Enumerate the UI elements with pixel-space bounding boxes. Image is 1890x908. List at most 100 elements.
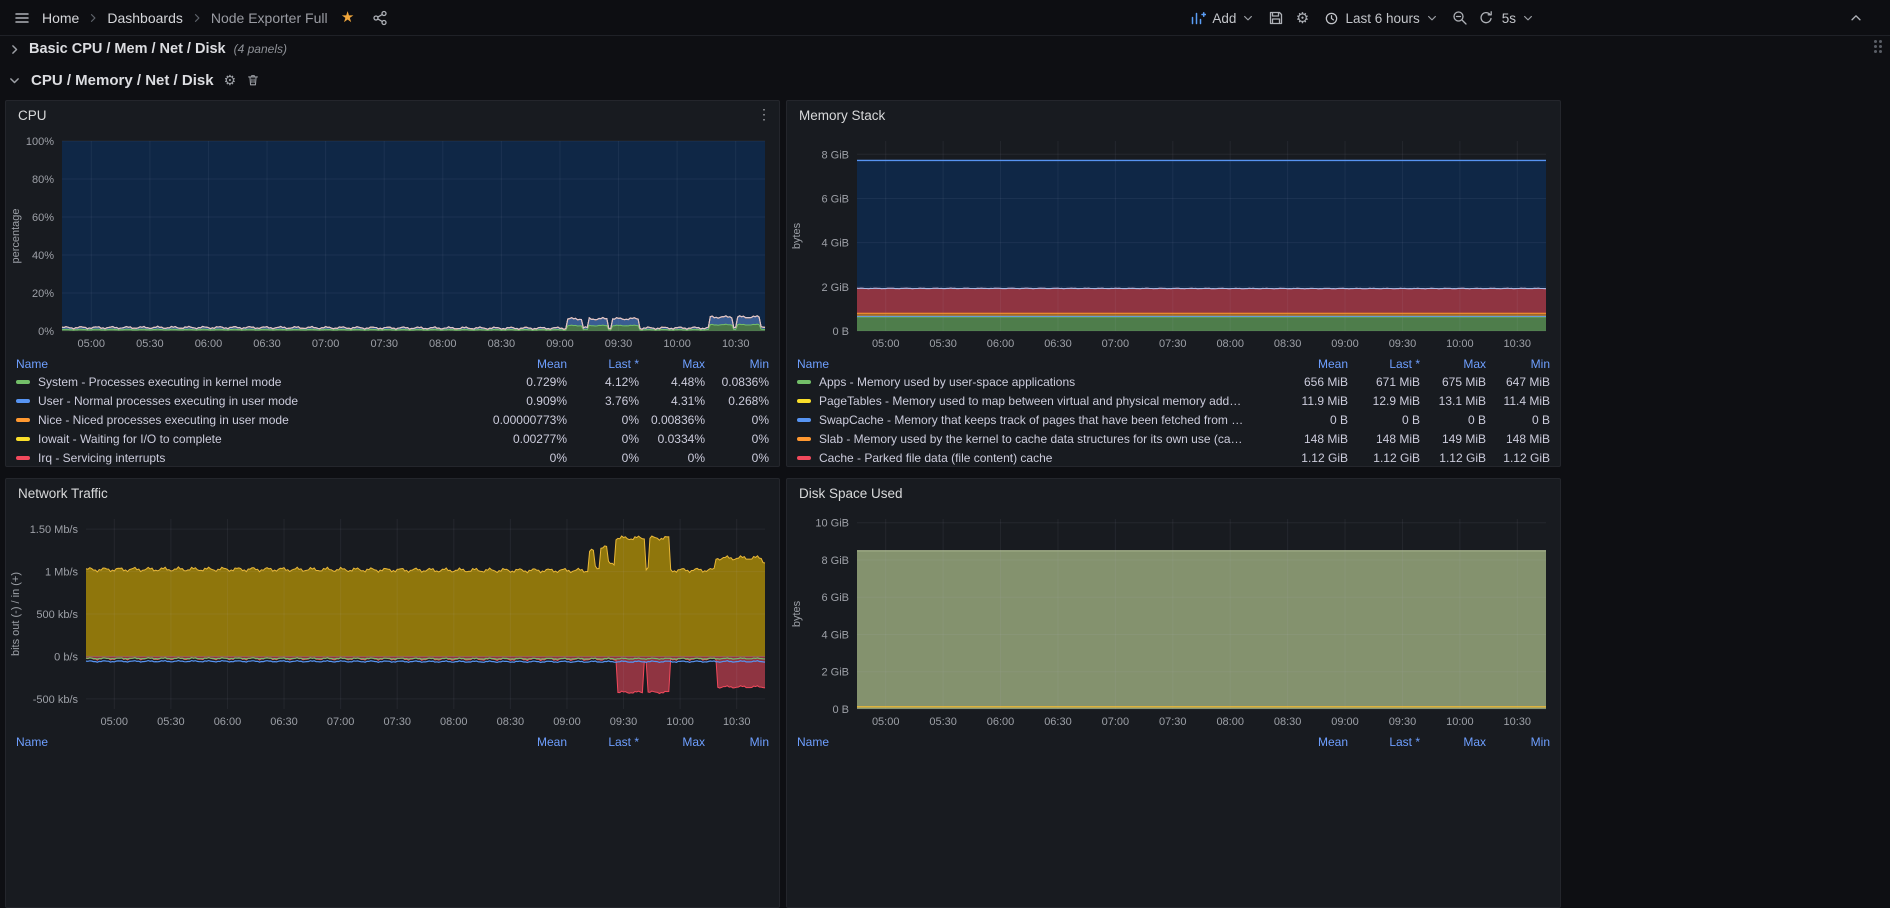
legend-series-name[interactable]: System - Processes executing in kernel m… xyxy=(16,375,464,389)
grafana-dashboard: Home Dashboards Node Exporter Full ★ xyxy=(0,0,1890,908)
add-button[interactable]: Add xyxy=(1182,5,1262,31)
legend-series-name[interactable]: Cache - Parked file data (file content) … xyxy=(797,451,1245,465)
legend-value-min: 0.0836% xyxy=(707,375,771,389)
memory-stack-chart[interactable]: 05:0005:3006:0006:3007:0007:3008:0008:30… xyxy=(795,129,1554,351)
legend-series-name[interactable]: User - Normal processes executing in use… xyxy=(16,394,464,408)
legend-series-name[interactable]: PageTables - Memory used to map between … xyxy=(797,394,1245,408)
legend-value-max: 4.31% xyxy=(641,394,707,408)
breadcrumb-dashboards[interactable]: Dashboards xyxy=(107,10,183,26)
svg-text:8 GiB: 8 GiB xyxy=(821,555,849,567)
legend-series-swatch-icon xyxy=(16,380,30,384)
svg-text:100%: 100% xyxy=(26,136,54,148)
svg-text:05:00: 05:00 xyxy=(78,338,106,350)
svg-text:09:00: 09:00 xyxy=(546,338,574,350)
svg-text:06:00: 06:00 xyxy=(987,716,1015,728)
dashboard-settings-gear-icon[interactable]: ⚙ xyxy=(1290,5,1314,31)
favorite-star-icon[interactable]: ★ xyxy=(336,5,360,31)
svg-text:07:00: 07:00 xyxy=(312,338,340,350)
row-header-basic-cpu[interactable]: Basic CPU / Mem / Net / Disk (4 panels) xyxy=(0,36,287,62)
legend-column-mean[interactable]: Mean xyxy=(1245,357,1350,371)
legend-column-max[interactable]: Max xyxy=(1422,735,1488,749)
legend-column-last[interactable]: Last * xyxy=(1350,735,1422,749)
row-delete-trash-icon[interactable] xyxy=(246,73,260,87)
panel-title-memory-stack[interactable]: Memory Stack xyxy=(799,108,885,123)
svg-text:05:00: 05:00 xyxy=(872,338,900,350)
panel-network-traffic: Network Traffic bits out (-) / in (+) 05… xyxy=(5,478,780,908)
legend-column-min[interactable]: Min xyxy=(1488,735,1552,749)
refresh-icon[interactable] xyxy=(1474,5,1498,31)
legend-row: Nice - Niced processes executing in user… xyxy=(16,410,771,429)
legend-column-name[interactable]: Name xyxy=(797,357,1245,371)
svg-text:2 GiB: 2 GiB xyxy=(821,282,849,294)
svg-text:06:30: 06:30 xyxy=(253,338,281,350)
legend-header: Name Mean Last * Max Min xyxy=(16,734,771,750)
legend-column-min[interactable]: Min xyxy=(707,735,771,749)
legend-column-mean[interactable]: Mean xyxy=(464,735,569,749)
time-range-label: Last 6 hours xyxy=(1345,11,1419,26)
svg-text:40%: 40% xyxy=(32,250,54,262)
legend-column-min[interactable]: Min xyxy=(707,357,771,371)
svg-text:05:00: 05:00 xyxy=(872,716,900,728)
legend-row: Slab - Memory used by the kernel to cach… xyxy=(797,429,1552,448)
legend-column-mean[interactable]: Mean xyxy=(464,357,569,371)
legend-column-last[interactable]: Last * xyxy=(569,735,641,749)
legend-series-name[interactable]: Apps - Memory used by user-space applica… xyxy=(797,375,1245,389)
legend-column-mean[interactable]: Mean xyxy=(1245,735,1350,749)
panel-menu-kebab-icon[interactable]: ⋮ xyxy=(757,107,771,122)
legend-series-name[interactable]: Iowait - Waiting for I/O to complete xyxy=(16,432,464,446)
menu-icon[interactable] xyxy=(10,5,34,31)
panel-title-network-traffic[interactable]: Network Traffic xyxy=(18,486,108,501)
legend-column-name[interactable]: Name xyxy=(16,735,464,749)
add-panel-icon xyxy=(1190,10,1206,26)
svg-text:07:30: 07:30 xyxy=(370,338,398,350)
legend-value-last: 1.12 GiB xyxy=(1350,451,1422,465)
row-settings-gear-icon[interactable]: ⚙ xyxy=(224,73,237,87)
legend-column-max[interactable]: Max xyxy=(641,357,707,371)
legend-value-min: 148 MiB xyxy=(1488,432,1552,446)
drag-handle-dots[interactable] xyxy=(1874,40,1882,53)
time-range-picker[interactable]: Last 6 hours xyxy=(1316,5,1445,31)
legend-value-min: 0 B xyxy=(1488,413,1552,427)
legend-series-name[interactable]: Slab - Memory used by the kernel to cach… xyxy=(797,432,1245,446)
svg-text:08:00: 08:00 xyxy=(440,716,468,728)
svg-text:06:00: 06:00 xyxy=(987,338,1015,350)
network-traffic-chart[interactable]: 05:0005:3006:0006:3007:0007:3008:0008:30… xyxy=(14,507,773,729)
panel-title-disk-space-used[interactable]: Disk Space Used xyxy=(799,486,903,501)
legend-column-min[interactable]: Min xyxy=(1488,357,1552,371)
breadcrumb-home[interactable]: Home xyxy=(42,10,79,26)
svg-text:07:00: 07:00 xyxy=(1102,716,1130,728)
legend-column-name[interactable]: Name xyxy=(16,357,464,371)
svg-text:06:00: 06:00 xyxy=(195,338,223,350)
legend-column-max[interactable]: Max xyxy=(1422,357,1488,371)
save-dashboard-icon[interactable] xyxy=(1264,5,1288,31)
legend-value-mean: 1.12 GiB xyxy=(1245,451,1350,465)
chevron-down-icon xyxy=(1242,12,1254,24)
svg-text:05:30: 05:30 xyxy=(136,338,164,350)
legend-column-last[interactable]: Last * xyxy=(1350,357,1422,371)
legend-series-name[interactable]: SwapCache - Memory that keeps track of p… xyxy=(797,413,1245,427)
legend-value-min: 0% xyxy=(707,432,771,446)
legend-column-max[interactable]: Max xyxy=(641,735,707,749)
svg-text:09:00: 09:00 xyxy=(553,716,581,728)
cpu-chart[interactable]: 05:0005:3006:0006:3007:0007:3008:0008:30… xyxy=(14,129,773,351)
svg-text:-500 kb/s: -500 kb/s xyxy=(33,694,79,706)
share-icon[interactable] xyxy=(368,5,392,31)
svg-text:07:30: 07:30 xyxy=(1159,716,1187,728)
chevron-up-icon[interactable] xyxy=(1844,5,1868,31)
svg-text:08:00: 08:00 xyxy=(1216,338,1244,350)
legend-series-name[interactable]: Irq - Servicing interrupts xyxy=(16,451,464,465)
legend-header: Name Mean Last * Max Min xyxy=(16,356,771,372)
disk-space-used-chart[interactable]: 05:0005:3006:0006:3007:0007:3008:0008:30… xyxy=(795,507,1554,729)
panel-title-cpu[interactable]: CPU xyxy=(18,108,47,123)
legend-value-max: 13.1 MiB xyxy=(1422,394,1488,408)
section-title[interactable]: CPU / Memory / Net / Disk xyxy=(31,72,214,89)
zoom-out-time-icon[interactable] xyxy=(1448,5,1472,31)
legend-value-last: 148 MiB xyxy=(1350,432,1422,446)
svg-text:07:00: 07:00 xyxy=(327,716,355,728)
legend-series-name[interactable]: Nice - Niced processes executing in user… xyxy=(16,413,464,427)
svg-text:07:30: 07:30 xyxy=(1159,338,1187,350)
refresh-interval-picker[interactable]: 5s xyxy=(1500,5,1542,31)
legend-column-name[interactable]: Name xyxy=(797,735,1245,749)
svg-text:10:30: 10:30 xyxy=(723,716,751,728)
legend-column-last[interactable]: Last * xyxy=(569,357,641,371)
